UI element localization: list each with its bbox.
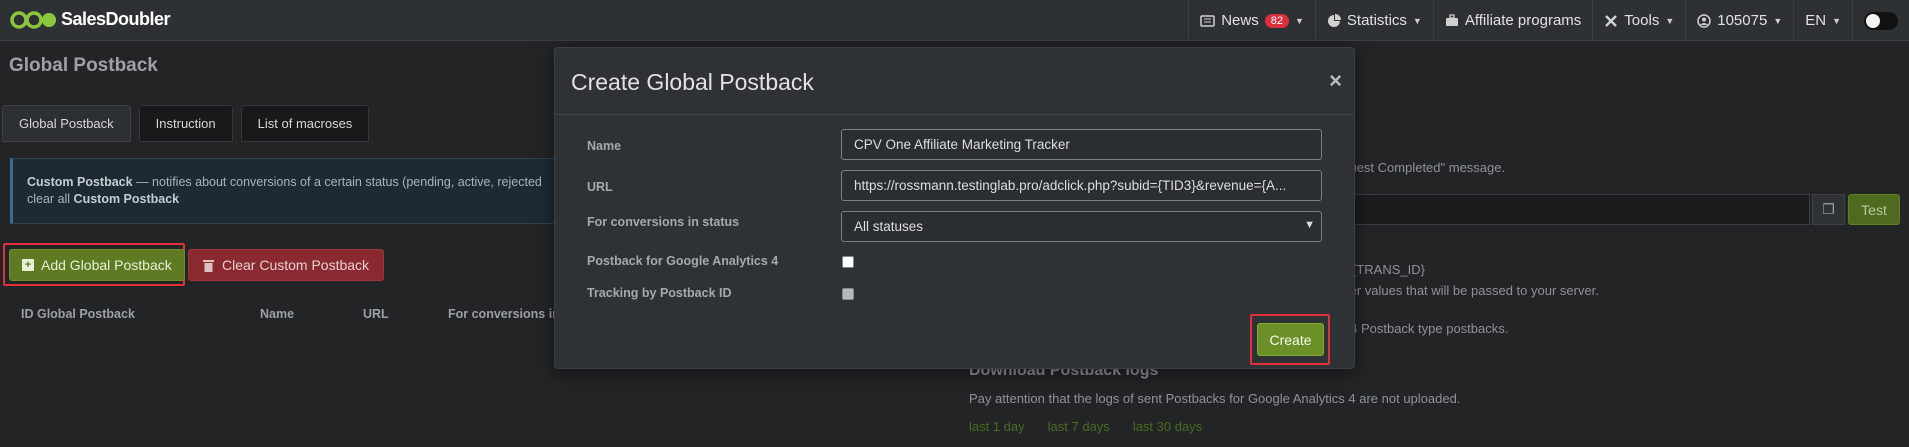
info-strong: Custom Postback	[73, 192, 180, 206]
test-button[interactable]: Test	[1848, 194, 1900, 225]
nav-theme	[1852, 0, 1909, 41]
clear-custom-postback-label: Clear Custom Postback	[222, 257, 370, 273]
create-postback-modal: Create Global Postback × Name CPV One Af…	[554, 47, 1355, 369]
tab-bar: Global Postback Instruction List of macr…	[2, 105, 370, 142]
top-navbar: SalesDoubler News 82 ▼ Statistics ▼ Affi…	[0, 0, 1909, 41]
add-global-postback-label: Add Global Postback	[41, 257, 172, 273]
tab-list-of-macroses[interactable]: List of macroses	[240, 105, 370, 142]
th-url: URL	[363, 307, 389, 321]
params-text: ter values that will be passed to your s…	[1346, 283, 1599, 298]
info-text: — notifies about conversions of a certai…	[132, 175, 542, 189]
status-select[interactable]: All statuses ▼	[841, 211, 1322, 242]
nav-news[interactable]: News 82 ▼	[1188, 0, 1315, 41]
nav-tools[interactable]: Tools ▼	[1592, 0, 1685, 41]
clear-custom-postback-button[interactable]: Clear Custom Postback	[188, 249, 385, 281]
info-text: clear all	[27, 192, 74, 206]
copy-button[interactable]: ❐	[1812, 194, 1845, 225]
newspaper-icon	[1200, 14, 1215, 27]
download-note: Pay attention that the logs of sent Post…	[969, 391, 1461, 406]
ga4-text: s 4 Postback type postbacks.	[1340, 321, 1509, 336]
link-last-7-days[interactable]: last 7 days	[1048, 419, 1110, 434]
trash-icon	[203, 259, 214, 272]
modal-header: Create Global Postback ×	[555, 48, 1354, 115]
copy-icon: ❐	[1822, 201, 1835, 217]
url-value: https://rossmann.testinglab.pro/adclick.…	[854, 178, 1287, 193]
status-label: For conversions in status	[587, 215, 740, 229]
logo-icon	[10, 10, 56, 29]
logo-text: SalesDoubler	[61, 9, 171, 29]
nav-account[interactable]: 105075 ▼	[1685, 0, 1793, 41]
user-circle-icon	[1697, 13, 1711, 28]
close-icon[interactable]: ×	[1329, 68, 1342, 94]
toggle-knob	[1866, 13, 1880, 28]
create-button[interactable]: Create	[1257, 323, 1324, 356]
tracking-checkbox[interactable]	[842, 288, 854, 300]
nav-affiliate-programs[interactable]: Affiliate programs	[1432, 0, 1592, 41]
url-label: URL	[587, 180, 613, 194]
nav-news-label: News	[1221, 12, 1259, 29]
link-last-30-days[interactable]: last 30 days	[1133, 419, 1202, 434]
trans-id-text: {TRANS_ID}	[1352, 262, 1425, 277]
url-field[interactable]: https://rossmann.testinglab.pro/adclick.…	[841, 170, 1322, 201]
name-label: Name	[587, 139, 622, 153]
add-global-postback-button[interactable]: + Add Global Postback	[9, 249, 185, 281]
briefcase-icon	[1445, 14, 1458, 26]
chevron-down-icon: ▼	[1304, 219, 1315, 231]
nav-statistics-label: Statistics	[1346, 12, 1407, 29]
theme-toggle[interactable]	[1864, 11, 1898, 30]
nav-statistics[interactable]: Statistics ▼	[1314, 0, 1433, 41]
caret-down-icon: ▼	[1412, 15, 1422, 26]
caret-down-icon: ▼	[1773, 15, 1783, 26]
nav-tools-label: Tools	[1624, 12, 1660, 29]
caret-down-icon: ▼	[1665, 15, 1675, 26]
account-id: 105075	[1717, 12, 1768, 29]
language-label: EN	[1805, 12, 1827, 29]
nav-affiliate-label: Affiliate programs	[1464, 12, 1582, 29]
info-alert: Custom Postback — notifies about convers…	[10, 158, 570, 224]
plus-square-icon: +	[22, 259, 34, 271]
th-status: For conversions in	[448, 307, 560, 321]
status-value: All statuses	[854, 219, 924, 234]
news-count-badge: 82	[1264, 13, 1289, 28]
nav-language[interactable]: EN ▼	[1793, 0, 1852, 41]
caret-down-icon: ▼	[1832, 15, 1841, 26]
tools-icon	[1605, 14, 1618, 27]
link-last-1-day[interactable]: last 1 day	[969, 419, 1025, 434]
ga4-checkbox[interactable]	[842, 256, 854, 268]
tab-global-postback[interactable]: Global Postback	[2, 105, 131, 142]
name-field[interactable]: CPV One Affiliate Marketing Tracker	[841, 129, 1322, 160]
page-title: Global Postback	[9, 55, 158, 76]
pie-chart-icon	[1327, 13, 1341, 27]
tab-instruction[interactable]: Instruction	[138, 105, 233, 142]
name-value: CPV One Affiliate Marketing Tracker	[854, 137, 1070, 152]
caret-down-icon: ▼	[1294, 15, 1304, 26]
th-name: Name	[260, 307, 295, 321]
top-nav: News 82 ▼ Statistics ▼ Affiliate program…	[1188, 0, 1909, 41]
info-strong: Custom Postback	[27, 175, 133, 189]
download-links: last 1 day last 7 days last 30 days	[969, 419, 1202, 434]
modal-title: Create Global Postback	[571, 69, 814, 95]
th-id: ID Global Postback	[21, 307, 135, 321]
ga4-label: Postback for Google Analytics 4	[587, 254, 779, 268]
logo[interactable]: SalesDoubler	[10, 9, 171, 30]
tracking-label: Tracking by Postback ID	[587, 286, 732, 300]
